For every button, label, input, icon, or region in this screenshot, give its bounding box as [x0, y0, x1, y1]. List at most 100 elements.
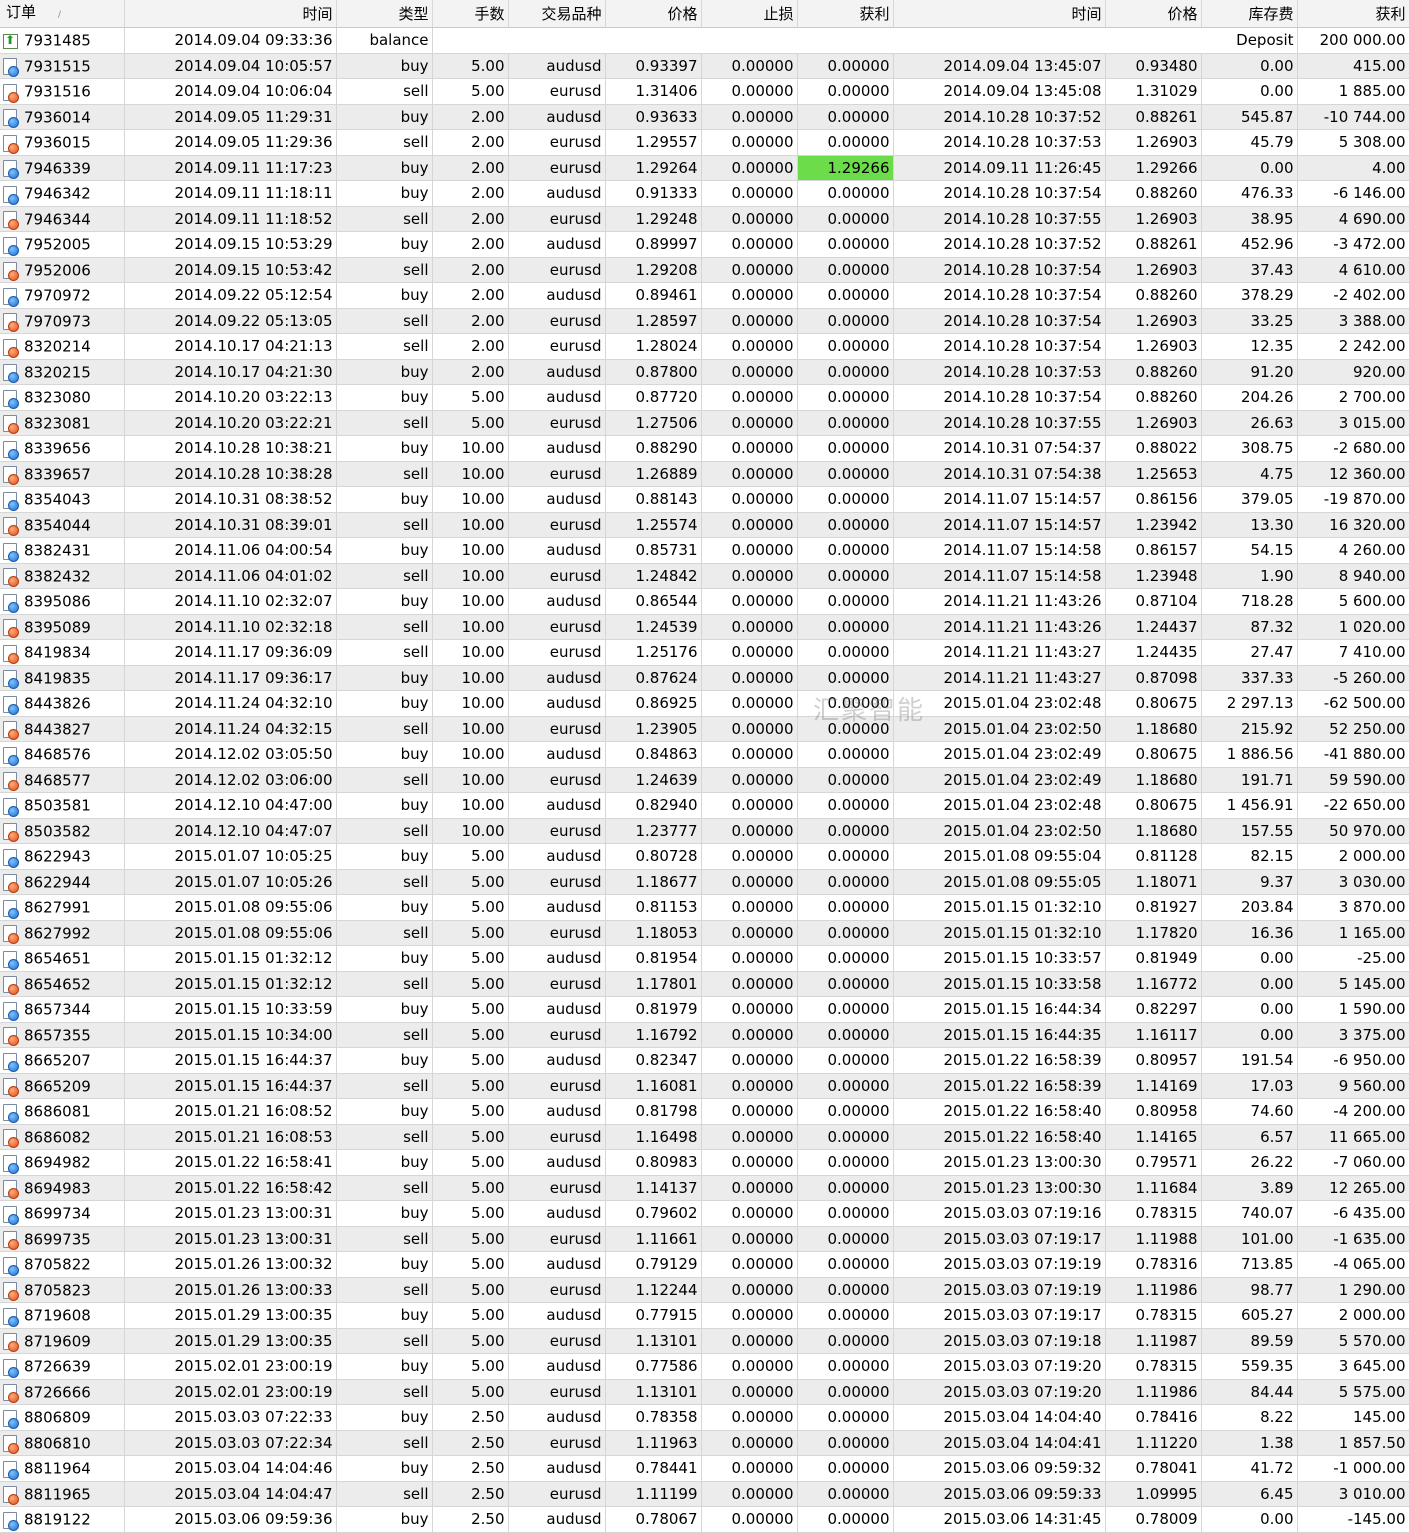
- table-row[interactable]: 8419835 2014.11.17 09:36:17 buy 10.00 audusd…: [0, 665, 1409, 691]
- table-row[interactable]: 8665207 2015.01.15 16:44:37 buy 5.00 audusd 0…: [0, 1047, 1409, 1074]
- table-row[interactable]: 7946342 2014.09.11 11:18:11 buy 2.00 audusd 0…: [0, 180, 1409, 207]
- table-row[interactable]: 8503582 2014.12.10 04:47:07 sell 10.00 eurus…: [0, 818, 1409, 844]
- cell-profit: 9 560.00: [1297, 1073, 1409, 1099]
- cell-order: 8622943: [0, 843, 125, 870]
- col-header-open-time[interactable]: 时间: [124, 0, 337, 28]
- table-row[interactable]: 8339656 2014.10.28 10:38:21 buy 10.00 audusd…: [0, 435, 1409, 462]
- table-row[interactable]: 8654651 2015.01.15 01:32:12 buy 5.00 audusd 0…: [0, 945, 1409, 972]
- col-header-swap[interactable]: 库存费: [1201, 0, 1298, 28]
- table-row[interactable]: 7936014 2014.09.05 11:29:31 buy 2.00 audusd 0…: [0, 104, 1409, 130]
- table-row[interactable]: 8622944 2015.01.07 10:05:26 sell 5.00 eurusd…: [0, 869, 1409, 895]
- table-row[interactable]: 7946339 2014.09.11 11:17:23 buy 2.00 eurusd 1…: [0, 155, 1409, 181]
- table-row[interactable]: 8320214 2014.10.17 04:21:13 sell 2.00 eurusd…: [0, 333, 1409, 360]
- table-row[interactable]: 8726639 2015.02.01 23:00:19 buy 5.00 audusd 0…: [0, 1353, 1409, 1380]
- cell-close-time: 2015.03.03 07:19:17: [893, 1226, 1106, 1252]
- table-row[interactable]: 8622943 2015.01.07 10:05:25 buy 5.00 audusd 0…: [0, 843, 1409, 870]
- cell-take-profit: 0.00000: [797, 1200, 894, 1227]
- col-header-type[interactable]: 类型: [336, 0, 433, 28]
- table-row[interactable]: 8657355 2015.01.15 10:34:00 sell 5.00 eurusd…: [0, 1022, 1409, 1048]
- cell-profit: 1 590.00: [1297, 996, 1409, 1023]
- col-header-close-price[interactable]: 价格: [1105, 0, 1202, 28]
- balance-row[interactable]: ⬆ 7931485 2014.09.04 09:33:36 balance Dep…: [0, 27, 1409, 54]
- table-row[interactable]: 8395089 2014.11.10 02:32:18 sell 10.00 eurus…: [0, 614, 1409, 640]
- table-row[interactable]: 8443827 2014.11.24 04:32:15 sell 10.00 eurus…: [0, 716, 1409, 742]
- table-row[interactable]: 7970972 2014.09.22 05:12:54 buy 2.00 audusd 0…: [0, 282, 1409, 309]
- cell-profit: 4.00: [1297, 155, 1409, 181]
- cell-open-time: 2014.10.31 08:38:52: [124, 486, 337, 513]
- table-row[interactable]: 8627992 2015.01.08 09:55:06 sell 5.00 eurusd…: [0, 920, 1409, 946]
- table-row[interactable]: 7931516 2014.09.04 10:06:04 sell 5.00 eurusd…: [0, 78, 1409, 105]
- table-row[interactable]: 8719609 2015.01.29 13:00:35 sell 5.00 eurusd…: [0, 1328, 1409, 1354]
- table-row[interactable]: 8699734 2015.01.23 13:00:31 buy 5.00 audusd 0…: [0, 1200, 1409, 1227]
- table-row[interactable]: 8323080 2014.10.20 03:22:13 buy 5.00 audusd 0…: [0, 384, 1409, 411]
- col-header-stop-loss[interactable]: 止损: [701, 0, 798, 28]
- table-row[interactable]: 8705823 2015.01.26 13:00:33 sell 5.00 eurusd…: [0, 1277, 1409, 1303]
- order-ticket-icon: [2, 516, 19, 536]
- table-row[interactable]: 7952006 2014.09.15 10:53:42 sell 2.00 eurusd…: [0, 257, 1409, 283]
- table-row[interactable]: 7970973 2014.09.22 05:13:05 sell 2.00 eurusd…: [0, 308, 1409, 334]
- table-row[interactable]: 8627991 2015.01.08 09:55:06 buy 5.00 audusd 0…: [0, 894, 1409, 921]
- table-row[interactable]: 8320215 2014.10.17 04:21:30 buy 2.00 audusd 0…: [0, 359, 1409, 385]
- table-row[interactable]: 8654652 2015.01.15 01:32:12 sell 5.00 eurusd…: [0, 971, 1409, 997]
- table-row[interactable]: 8382431 2014.11.06 04:00:54 buy 10.00 audusd…: [0, 537, 1409, 564]
- cell-order: 8323081: [0, 410, 125, 436]
- col-header-profit[interactable]: 获利: [1297, 0, 1409, 28]
- table-row[interactable]: 8339657 2014.10.28 10:38:28 sell 10.00 eurus…: [0, 461, 1409, 487]
- cell-open-price: 0.77586: [605, 1353, 702, 1380]
- cell-profit: 2 700.00: [1297, 384, 1409, 411]
- table-row[interactable]: 8657344 2015.01.15 10:33:59 buy 5.00 audusd 0…: [0, 996, 1409, 1023]
- col-header-close-time[interactable]: 时间: [893, 0, 1106, 28]
- table-row[interactable]: 8694983 2015.01.22 16:58:42 sell 5.00 eurusd…: [0, 1175, 1409, 1201]
- cell-lots: 5.00: [432, 1175, 509, 1201]
- table-row[interactable]: 8419834 2014.11.17 09:36:09 sell 10.00 eurus…: [0, 639, 1409, 666]
- cell-symbol: audusd: [508, 1404, 606, 1431]
- cell-close-time: 2015.03.06 09:59:32: [893, 1455, 1106, 1482]
- cell-open-time: 2015.01.08 09:55:06: [124, 920, 337, 946]
- cell-order: 8627991: [0, 894, 125, 921]
- table-row[interactable]: 8705822 2015.01.26 13:00:32 buy 5.00 audusd 0…: [0, 1251, 1409, 1278]
- table-row[interactable]: 8726666 2015.02.01 23:00:19 sell 5.00 eurusd…: [0, 1379, 1409, 1405]
- cell-open-time: 2014.09.15 10:53:29: [124, 231, 337, 258]
- table-row[interactable]: 8694982 2015.01.22 16:58:41 buy 5.00 audusd 0…: [0, 1149, 1409, 1176]
- table-row[interactable]: 8468576 2014.12.02 03:05:50 buy 10.00 audusd…: [0, 741, 1409, 768]
- cell-profit: 3 030.00: [1297, 869, 1409, 895]
- table-row[interactable]: 8806810 2015.03.03 07:22:34 sell 2.50 eurusd…: [0, 1430, 1409, 1456]
- table-row[interactable]: 8811964 2015.03.04 14:04:46 buy 2.50 audusd 0…: [0, 1455, 1409, 1482]
- table-row[interactable]: 8354044 2014.10.31 08:39:01 sell 10.00 eurus…: [0, 512, 1409, 538]
- table-row[interactable]: 8719608 2015.01.29 13:00:35 buy 5.00 audusd 0…: [0, 1302, 1409, 1329]
- cell-symbol: eurusd: [508, 78, 606, 105]
- table-row[interactable]: 7946344 2014.09.11 11:18:52 sell 2.00 eurusd…: [0, 206, 1409, 232]
- table-row[interactable]: 7931515 2014.09.04 10:05:57 buy 5.00 audusd 0…: [0, 53, 1409, 79]
- table-row[interactable]: 8686081 2015.01.21 16:08:52 buy 5.00 audusd 0…: [0, 1098, 1409, 1125]
- table-row[interactable]: 8819122 2015.03.06 09:59:36 buy 2.50 audusd 0…: [0, 1506, 1409, 1533]
- cell-close-price: 0.87104: [1105, 588, 1202, 615]
- table-row[interactable]: 8686082 2015.01.21 16:08:53 sell 5.00 eurusd…: [0, 1124, 1409, 1150]
- order-ticket-icon: [2, 338, 19, 358]
- cell-lots: 10.00: [432, 690, 509, 717]
- col-header-symbol[interactable]: 交易品种: [508, 0, 606, 28]
- col-header-order[interactable]: 订单 /: [0, 0, 125, 28]
- col-header-take-profit[interactable]: 获利: [797, 0, 894, 28]
- order-ticket-icon: [2, 159, 19, 179]
- table-row[interactable]: 8323081 2014.10.20 03:22:21 sell 5.00 eurusd…: [0, 410, 1409, 436]
- table-row[interactable]: 8699735 2015.01.23 13:00:31 sell 5.00 eurusd…: [0, 1226, 1409, 1252]
- table-row[interactable]: 8665209 2015.01.15 16:44:37 sell 5.00 eurusd…: [0, 1073, 1409, 1099]
- order-ticket-icon: [2, 1230, 19, 1250]
- table-row[interactable]: 7952005 2014.09.15 10:53:29 buy 2.00 audusd 0…: [0, 231, 1409, 258]
- table-row[interactable]: 7936015 2014.09.05 11:29:36 sell 2.00 eurusd…: [0, 129, 1409, 156]
- cell-close-price: 0.78009: [1105, 1506, 1202, 1533]
- order-ticket-icon: [2, 83, 19, 103]
- table-row[interactable]: 8806809 2015.03.03 07:22:33 buy 2.50 audusd 0…: [0, 1404, 1409, 1431]
- cell-lots: 2.00: [432, 257, 509, 283]
- table-row[interactable]: 8382432 2014.11.06 04:01:02 sell 10.00 eurus…: [0, 563, 1409, 589]
- table-row[interactable]: 8811965 2015.03.04 14:04:47 sell 2.50 eurusd…: [0, 1481, 1409, 1507]
- col-header-open-price[interactable]: 价格: [605, 0, 702, 28]
- cell-profit: 3 015.00: [1297, 410, 1409, 436]
- table-row[interactable]: 8503581 2014.12.10 04:47:00 buy 10.00 audusd…: [0, 792, 1409, 819]
- table-row[interactable]: 8468577 2014.12.02 03:06:00 sell 10.00 eurus…: [0, 767, 1409, 793]
- table-row[interactable]: 8395086 2014.11.10 02:32:07 buy 10.00 audusd…: [0, 588, 1409, 615]
- cell-lots: 5.00: [432, 843, 509, 870]
- col-header-lots[interactable]: 手数: [432, 0, 509, 28]
- table-row[interactable]: 8354043 2014.10.31 08:38:52 buy 10.00 audusd…: [0, 486, 1409, 513]
- table-row[interactable]: 8443826 2014.11.24 04:32:10 buy 10.00 audusd…: [0, 690, 1409, 717]
